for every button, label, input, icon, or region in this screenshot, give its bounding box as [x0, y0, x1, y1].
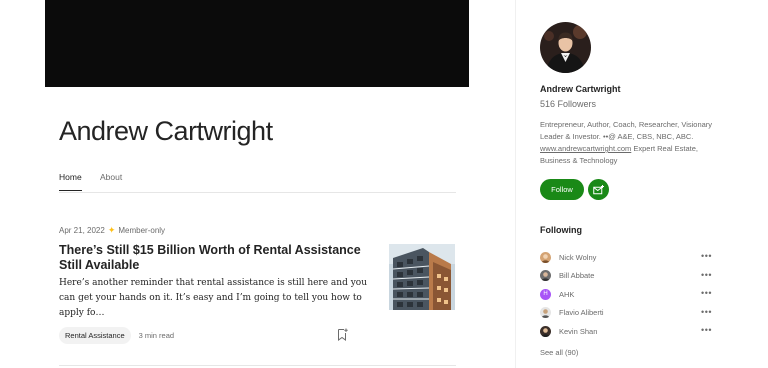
following-heading: Following — [540, 225, 582, 235]
post-date: Apr 21, 2022 — [59, 226, 105, 235]
follow-button[interactable]: Follow — [540, 179, 584, 200]
bio-text: Entrepreneur, Author, Coach, Researcher,… — [540, 120, 713, 141]
following-name: AHK — [559, 289, 575, 299]
avatar: H — [540, 288, 551, 300]
avatar — [540, 325, 551, 337]
author-avatar[interactable] — [540, 22, 591, 73]
post-excerpt[interactable]: Here’s another reminder that rental assi… — [59, 276, 369, 321]
following-name: Nick Wolny — [559, 252, 597, 262]
member-only-label: Member-only — [118, 226, 166, 235]
profile-sidebar: Andrew Cartwright 516 Followers Entrepre… — [515, 0, 768, 368]
avatar — [540, 307, 551, 319]
following-item[interactable]: Flavio Aliberti ••• — [540, 304, 712, 323]
sidebar-author-name[interactable]: Andrew Cartwright — [540, 84, 621, 94]
more-options-icon[interactable]: ••• — [701, 325, 712, 335]
building-image — [389, 244, 455, 310]
subscribe-email-button[interactable] — [588, 179, 609, 200]
avatar-photo — [540, 22, 591, 73]
see-all-following-link[interactable]: See all (90) — [540, 348, 578, 357]
followers-count[interactable]: 516 Followers — [540, 99, 596, 109]
page-title: Andrew Cartwright — [59, 116, 273, 146]
following-name: Bill Abbate — [559, 271, 595, 281]
post-thumbnail[interactable] — [389, 244, 455, 310]
avatar — [540, 270, 551, 282]
member-star-icon: ✦ — [107, 225, 116, 235]
following-name: Flavio Aliberti — [559, 308, 604, 318]
bookmark-add-icon[interactable] — [337, 328, 348, 341]
more-options-icon[interactable]: ••• — [701, 288, 712, 298]
following-list: Nick Wolny ••• Bill Abbate ••• H AHK •••… — [540, 248, 712, 341]
mail-plus-icon — [593, 184, 604, 194]
author-bio: Entrepreneur, Author, Coach, Researcher,… — [540, 119, 718, 167]
more-options-icon[interactable]: ••• — [701, 307, 712, 317]
read-time: 3 min read — [138, 331, 175, 340]
profile-tabs: Home About — [59, 172, 456, 193]
tab-home[interactable]: Home — [59, 172, 82, 191]
more-options-icon[interactable]: ••• — [701, 251, 712, 261]
post-title[interactable]: There’s Still $15 Billion Worth of Renta… — [59, 243, 369, 273]
avatar — [540, 251, 551, 263]
profile-banner — [45, 0, 469, 87]
post-meta: Apr 21, 2022 ✦ Member-only — [59, 225, 166, 236]
tab-about[interactable]: About — [100, 172, 122, 190]
following-item[interactable]: Bill Abbate ••• — [540, 267, 712, 286]
more-options-icon[interactable]: ••• — [701, 270, 712, 280]
main-column: Andrew Cartwright Home About Apr 21, 202… — [0, 0, 515, 368]
following-item[interactable]: H AHK ••• — [540, 285, 712, 304]
post-divider — [59, 365, 456, 366]
following-item[interactable]: Nick Wolny ••• — [540, 248, 712, 267]
following-name: Kevin Shan — [559, 326, 598, 336]
post-footer: Rental Assistance 3 min read — [59, 327, 174, 344]
bio-website-link[interactable]: www.andrewcartwright.com — [540, 144, 631, 153]
tag-chip[interactable]: Rental Assistance — [59, 327, 131, 344]
following-item[interactable]: Kevin Shan ••• — [540, 322, 712, 341]
